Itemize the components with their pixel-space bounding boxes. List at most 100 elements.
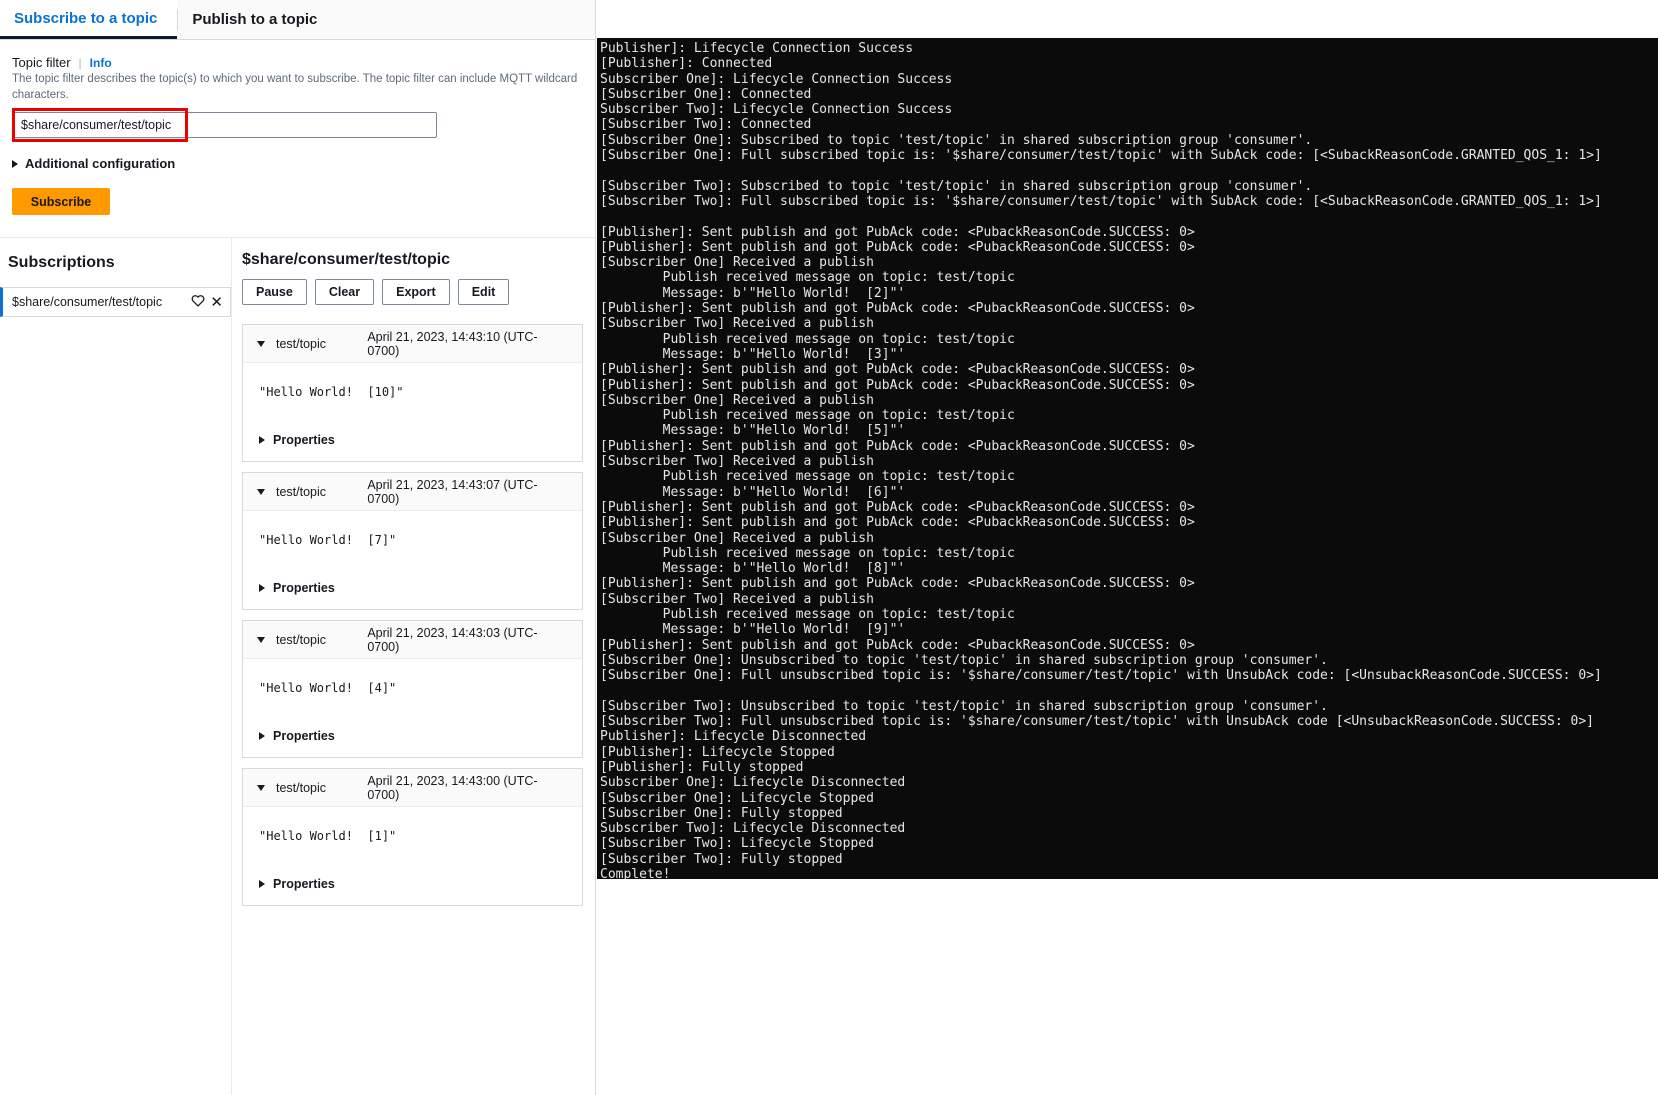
label-separator: |: [79, 56, 82, 70]
terminal-line: [Subscriber Two]: Unsubscribed to topic …: [600, 699, 1658, 714]
tab-bar: Subscribe to a topic Publish to a topic: [0, 0, 595, 40]
terminal-line: [600, 683, 1658, 698]
mqtt-test-client-pane: Subscribe to a topic Publish to a topic …: [0, 0, 596, 1095]
additional-configuration-label: Additional configuration: [25, 156, 175, 171]
terminal-line: Message: b'"Hello World! [3]"': [600, 347, 1658, 362]
tab-label: Subscribe to a topic: [14, 10, 157, 27]
terminal-line: [Subscriber Two]: Connected: [600, 117, 1658, 132]
terminal-line: Subscriber Two]: Lifecycle Connection Su…: [600, 102, 1658, 117]
subscribe-form: Topic filter | Info The topic filter des…: [0, 40, 595, 238]
terminal-line: Publish received message on topic: test/…: [600, 408, 1658, 423]
terminal-line: Message: b'"Hello World! [2]"': [600, 286, 1658, 301]
topic-filter-input[interactable]: [12, 112, 437, 138]
message-card-topic: test/topic: [276, 781, 367, 795]
message-card-payload: "Hello World! [10]": [259, 385, 566, 399]
close-icon[interactable]: ✕: [210, 295, 223, 310]
chevron-right-icon: [259, 880, 265, 888]
terminal-line: Publisher]: Lifecycle Connection Success: [600, 41, 1658, 56]
terminal-line: [Subscriber One]: Fully stopped: [600, 806, 1658, 821]
pause-button[interactable]: Pause: [242, 279, 307, 305]
terminal-line: [Subscriber One]: Full unsubscribed topi…: [600, 668, 1658, 683]
terminal-line: Publish received message on topic: test/…: [600, 332, 1658, 347]
terminal-line: [Subscriber Two] Received a publish: [600, 454, 1658, 469]
terminal-line: [Subscriber One] Received a publish: [600, 531, 1658, 546]
terminal-line: Message: b'"Hello World! [9]"': [600, 622, 1658, 637]
terminal-line: [Publisher]: Sent publish and got PubAck…: [600, 362, 1658, 377]
message-properties-toggle[interactable]: Properties: [259, 877, 566, 891]
terminal-line: [Subscriber One]: Lifecycle Stopped: [600, 791, 1658, 806]
terminal-line: Publish received message on topic: test/…: [600, 607, 1658, 622]
message-properties-toggle[interactable]: Properties: [259, 433, 566, 447]
terminal-line: [Publisher]: Sent publish and got PubAck…: [600, 500, 1658, 515]
terminal-line: [Subscriber Two] Received a publish: [600, 592, 1658, 607]
message-card-payload: "Hello World! [1]": [259, 829, 566, 843]
terminal-line: [Subscriber Two]: Fully stopped: [600, 852, 1658, 867]
chevron-right-icon: [259, 732, 265, 740]
message-card-payload: "Hello World! [7]": [259, 533, 566, 547]
subscription-list-item[interactable]: $share/consumer/test/topic ✕: [0, 287, 231, 317]
terminal-line: [Publisher]: Sent publish and got PubAck…: [600, 225, 1658, 240]
terminal-output-panel[interactable]: Publisher]: Lifecycle Connection Success…: [597, 38, 1658, 879]
terminal-line: [Subscriber One]: Connected: [600, 87, 1658, 102]
heart-icon[interactable]: [191, 294, 205, 311]
terminal-line: [Subscriber Two]: Subscribed to topic 't…: [600, 179, 1658, 194]
message-card-header[interactable]: test/topicApril 21, 2023, 14:43:07 (UTC-…: [243, 473, 582, 511]
terminal-line: Subscriber One]: Lifecycle Connection Su…: [600, 72, 1658, 87]
tab-subscribe-to-a-topic[interactable]: Subscribe to a topic: [0, 0, 177, 39]
tab-publish-to-a-topic[interactable]: Publish to a topic: [178, 0, 337, 39]
terminal-line: [Subscriber Two] Received a publish: [600, 316, 1658, 331]
message-properties-label: Properties: [273, 877, 335, 891]
terminal-line: Publish received message on topic: test/…: [600, 270, 1658, 285]
chevron-down-icon[interactable]: [257, 489, 265, 495]
terminal-line: [Publisher]: Sent publish and got PubAck…: [600, 240, 1658, 255]
terminal-line: [Publisher]: Sent publish and got PubAck…: [600, 439, 1658, 454]
terminal-line: [Publisher]: Lifecycle Stopped: [600, 745, 1658, 760]
additional-configuration-toggle[interactable]: Additional configuration: [12, 156, 583, 171]
message-properties-toggle[interactable]: Properties: [259, 581, 566, 595]
message-card-payload: "Hello World! [4]": [259, 681, 566, 695]
messages-topic-title: $share/consumer/test/topic: [242, 251, 595, 269]
terminal-line: Publisher]: Lifecycle Disconnected: [600, 729, 1658, 744]
message-properties-toggle[interactable]: Properties: [259, 729, 566, 743]
terminal-line: [Publisher]: Connected: [600, 56, 1658, 71]
topic-filter-input-wrap: [12, 112, 437, 138]
topic-filter-description: The topic filter describes the topic(s) …: [12, 72, 583, 103]
chevron-down-icon[interactable]: [257, 341, 265, 347]
message-card-timestamp: April 21, 2023, 14:43:03 (UTC-0700): [367, 626, 568, 654]
terminal-line: [Subscriber One]: Unsubscribed to topic …: [600, 653, 1658, 668]
app-root: Subscribe to a topic Publish to a topic …: [0, 0, 1658, 1095]
terminal-line: Publish received message on topic: test/…: [600, 546, 1658, 561]
message-card-timestamp: April 21, 2023, 14:43:10 (UTC-0700): [367, 330, 568, 358]
info-link[interactable]: Info: [90, 56, 112, 70]
subscriptions-and-messages: Subscriptions $share/consumer/test/topic…: [0, 238, 595, 1095]
terminal-line: Subscriber One]: Lifecycle Disconnected: [600, 775, 1658, 790]
message-card-header[interactable]: test/topicApril 21, 2023, 14:43:10 (UTC-…: [243, 325, 582, 363]
terminal-line: [Subscriber Two]: Lifecycle Stopped: [600, 836, 1658, 851]
terminal-line: [Publisher]: Sent publish and got PubAck…: [600, 638, 1658, 653]
terminal-line: [Publisher]: Sent publish and got PubAck…: [600, 515, 1658, 530]
subscribe-button[interactable]: Subscribe: [12, 188, 110, 215]
terminal-line: [Publisher]: Fully stopped: [600, 760, 1658, 775]
message-card: test/topicApril 21, 2023, 14:43:10 (UTC-…: [242, 324, 583, 462]
message-card-topic: test/topic: [276, 633, 367, 647]
subscription-label: $share/consumer/test/topic: [12, 295, 189, 309]
terminal-line: [Subscriber One]: Subscribed to topic 't…: [600, 133, 1658, 148]
edit-button[interactable]: Edit: [458, 279, 510, 305]
terminal-line: [Publisher]: Sent publish and got PubAck…: [600, 576, 1658, 591]
message-card: test/topicApril 21, 2023, 14:43:07 (UTC-…: [242, 472, 583, 610]
message-card-body: "Hello World! [10]" Properties: [243, 363, 582, 461]
message-card-timestamp: April 21, 2023, 14:43:07 (UTC-0700): [367, 478, 568, 506]
message-card-header[interactable]: test/topicApril 21, 2023, 14:43:03 (UTC-…: [243, 621, 582, 659]
terminal-line: [Subscriber One] Received a publish: [600, 393, 1658, 408]
message-card-header[interactable]: test/topicApril 21, 2023, 14:43:00 (UTC-…: [243, 769, 582, 807]
subscriptions-column: Subscriptions $share/consumer/test/topic…: [0, 238, 232, 1095]
terminal-line: [Subscriber Two]: Full subscribed topic …: [600, 194, 1658, 209]
chevron-down-icon[interactable]: [257, 637, 265, 643]
tab-label: Publish to a topic: [192, 11, 317, 28]
messages-header: $share/consumer/test/topic Pause Clear E…: [232, 238, 595, 305]
chevron-right-icon: [12, 160, 18, 168]
chevron-down-icon[interactable]: [257, 785, 265, 791]
terminal-log-lines: Publisher]: Lifecycle Connection Success…: [597, 38, 1658, 879]
export-button[interactable]: Export: [382, 279, 450, 305]
clear-button[interactable]: Clear: [315, 279, 374, 305]
